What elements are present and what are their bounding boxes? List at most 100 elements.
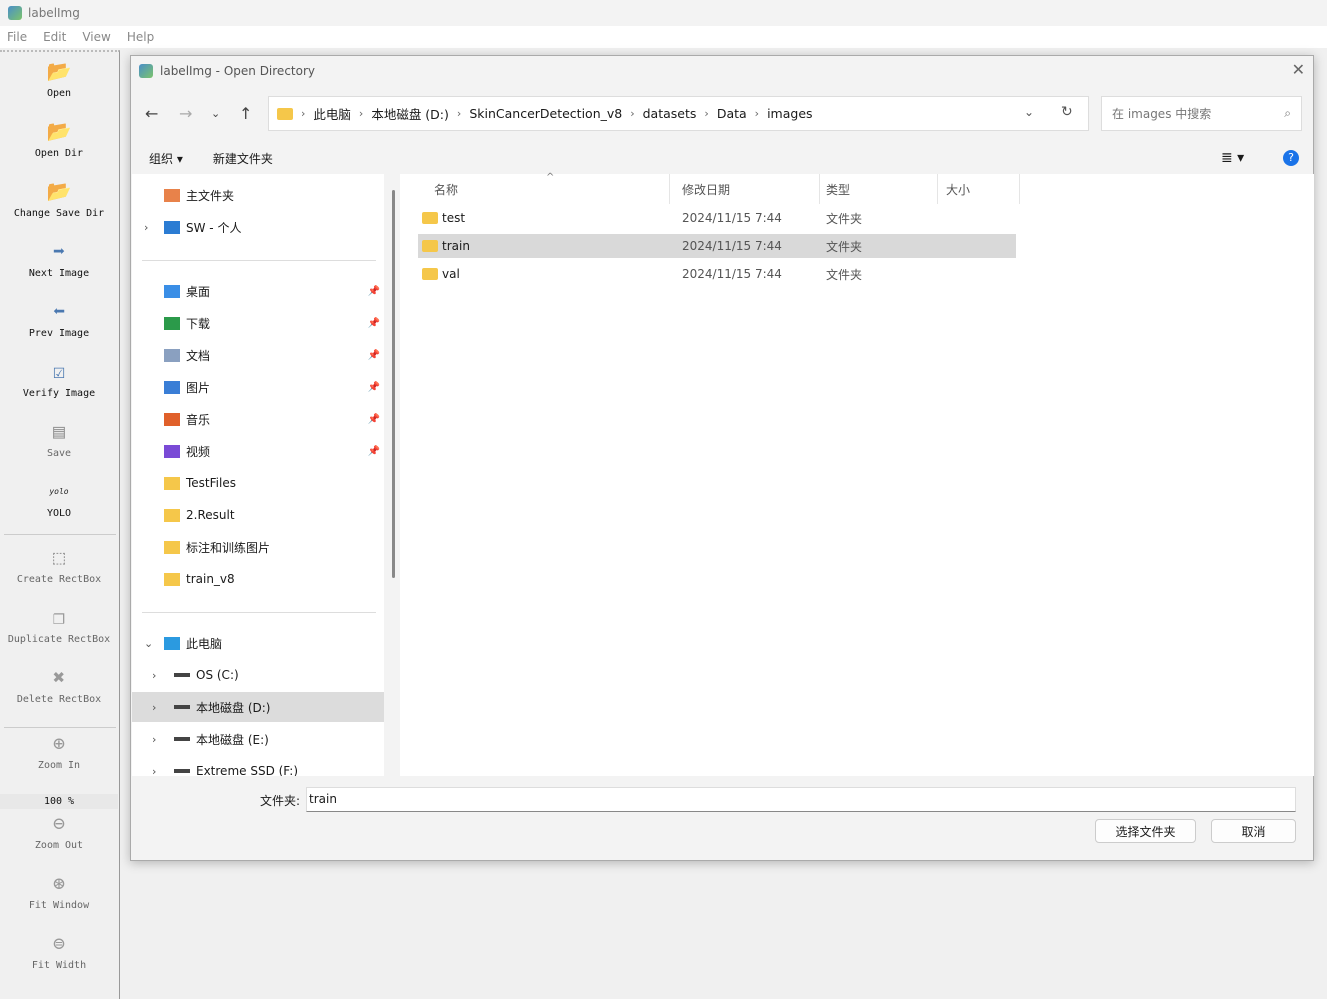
chevron-right-icon[interactable]: › [144, 221, 148, 234]
music-icon [164, 412, 180, 426]
nav-item[interactable]: 2.Result [132, 500, 384, 530]
desktop-icon [164, 284, 180, 298]
zoom-level[interactable]: 100 % [0, 794, 118, 809]
arrow-left-icon: ⬅ [52, 299, 66, 323]
tool-prev-image[interactable]: ⬅ Prev Image [0, 299, 118, 339]
breadcrumb-item[interactable]: Data [717, 106, 747, 121]
folder-name-input[interactable]: train [306, 787, 1296, 812]
folder-icon [164, 476, 180, 490]
menu-edit[interactable]: Edit [43, 30, 66, 44]
nav-item[interactable]: › 本地磁盘 (D:) [132, 692, 384, 722]
nav-item[interactable]: 文档 📌 [132, 340, 384, 370]
pin-icon[interactable]: 📌 [368, 318, 380, 329]
app-title: labelImg [28, 6, 80, 20]
chevron-right-icon: › [358, 107, 364, 120]
address-dropdown-icon[interactable]: ⌄ [1024, 105, 1034, 119]
tool-duplicate-rectbox[interactable]: ❐ Duplicate RectBox [0, 605, 118, 645]
nav-item[interactable]: › SW - 个人 [132, 212, 384, 242]
tool-label: YOLO [46, 508, 72, 519]
chevron-right-icon: › [301, 107, 306, 120]
chevron-right-icon[interactable]: › [152, 669, 156, 682]
recent-chevron-down-icon[interactable]: ⌄ [211, 107, 220, 120]
help-icon[interactable]: ? [1283, 150, 1299, 166]
breadcrumb-item[interactable]: images [767, 106, 812, 121]
chevron-down-icon[interactable]: ⌄ [144, 637, 153, 650]
nav-scrollbar[interactable] [392, 190, 395, 578]
computer-icon [164, 636, 180, 650]
tool-label: Change Save Dir [13, 208, 105, 219]
refresh-icon[interactable]: ↻ [1061, 104, 1073, 120]
tool-save[interactable]: ▤ Save [0, 419, 118, 459]
nav-item[interactable]: › Extreme SSD (F:) [132, 756, 384, 776]
tool-create-rectbox[interactable]: ⬚ Create RectBox [0, 545, 118, 585]
drive-icon [174, 673, 190, 677]
search-input[interactable]: 在 images 中搜索 ⌕ [1101, 96, 1302, 131]
chevron-right-icon[interactable]: › [152, 733, 156, 746]
nav-item[interactable]: › OS (C:) [132, 660, 384, 690]
menu-help[interactable]: Help [127, 30, 154, 44]
pin-icon[interactable]: 📌 [368, 446, 380, 457]
organize-button[interactable]: 组织 ▾ [149, 150, 183, 167]
nav-item-label: 本地磁盘 (E:) [196, 732, 269, 747]
nav-item[interactable]: TestFiles [132, 468, 384, 498]
breadcrumb-item[interactable]: 本地磁盘 (D:) [371, 104, 449, 123]
file-row[interactable]: test 2024/11/15 7:44 文件夹 [418, 206, 1016, 230]
breadcrumb-item[interactable]: 此电脑 [313, 104, 351, 123]
nav-item-label: 视频 [186, 444, 211, 459]
tool-next-image[interactable]: ➡ Next Image [0, 239, 118, 279]
pin-icon[interactable]: 📌 [368, 350, 380, 361]
tool-open[interactable]: 📂 Open [0, 59, 118, 99]
cancel-button[interactable]: 取消 [1211, 819, 1296, 843]
nav-item[interactable]: 图片 📌 [132, 372, 384, 402]
tool-delete-rectbox[interactable]: ✖ Delete RectBox [0, 665, 118, 705]
nav-item[interactable]: 音乐 📌 [132, 404, 384, 434]
chevron-right-icon[interactable]: › [152, 765, 156, 777]
tool-change-save-dir[interactable]: 📂 Change Save Dir [0, 179, 118, 219]
tool-zoom-in[interactable]: ⊕ Zoom In [0, 731, 118, 771]
tool-open-dir[interactable]: 📂 Open Dir [0, 119, 118, 159]
menu-view[interactable]: View [82, 30, 110, 44]
chevron-right-icon[interactable]: › [152, 701, 156, 714]
file-list: ^ 名称 修改日期 类型 大小 test 2024/11/15 7:44 文件夹 train 2… [400, 172, 1314, 776]
file-row[interactable]: train 2024/11/15 7:44 文件夹 [418, 234, 1016, 258]
column-header[interactable]: 类型 [820, 174, 938, 204]
new-folder-button[interactable]: 新建文件夹 [213, 150, 273, 167]
select-folder-button[interactable]: 选择文件夹 [1095, 819, 1196, 843]
nav-item[interactable]: 下载 📌 [132, 308, 384, 338]
tool-fit-window[interactable]: ⊛ Fit Window [0, 871, 118, 911]
nav-item[interactable]: 桌面 📌 [132, 276, 384, 306]
tool-label: Zoom Out [34, 840, 84, 851]
nav-item[interactable]: 标注和训练图片 [132, 532, 384, 562]
view-options-icon[interactable]: ≣ ▾ [1221, 150, 1244, 166]
close-icon[interactable]: ✕ [1292, 60, 1305, 79]
nav-divider [142, 260, 376, 261]
nav-item[interactable]: 视频 📌 [132, 436, 384, 466]
nav-item[interactable]: › 本地磁盘 (E:) [132, 724, 384, 754]
nav-item-label: Extreme SSD (F:) [196, 764, 298, 776]
tool-fit-width[interactable]: ⊜ Fit Width [0, 931, 118, 971]
breadcrumb-item[interactable]: SkinCancerDetection_v8 [469, 106, 622, 121]
menu-file[interactable]: File [7, 30, 27, 44]
address-bar[interactable]: › 此电脑 › 本地磁盘 (D:) › SkinCancerDetection_v8 › da… [268, 96, 1089, 131]
file-row[interactable]: val 2024/11/15 7:44 文件夹 [418, 262, 1016, 286]
tool-zoom-out[interactable]: ⊖ Zoom Out [0, 811, 118, 851]
checkbox-icon: ☑ [52, 359, 66, 383]
column-header[interactable]: 名称 [428, 174, 670, 204]
column-header[interactable]: 修改日期 [676, 174, 820, 204]
nav-divider [142, 612, 376, 613]
pin-icon[interactable]: 📌 [368, 286, 380, 297]
nav-item[interactable]: 主文件夹 [132, 180, 384, 210]
app-icon [8, 6, 22, 20]
forward-icon[interactable]: → [179, 104, 192, 123]
pin-icon[interactable]: 📌 [368, 382, 380, 393]
nav-item[interactable]: ⌄ 此电脑 [132, 628, 384, 658]
tool-verify-image[interactable]: ☑ Verify Image [0, 359, 118, 399]
column-header[interactable]: 大小 [940, 174, 1020, 204]
tool-yolo[interactable]: yolo YOLO [0, 480, 118, 520]
back-icon[interactable]: ← [145, 104, 158, 123]
up-icon[interactable]: ↑ [239, 104, 252, 123]
pin-icon[interactable]: 📌 [368, 414, 380, 425]
nav-item[interactable]: train_v8 [132, 564, 384, 594]
breadcrumb-item[interactable]: datasets [643, 106, 697, 121]
folder-open-icon: 📂 [46, 179, 72, 203]
